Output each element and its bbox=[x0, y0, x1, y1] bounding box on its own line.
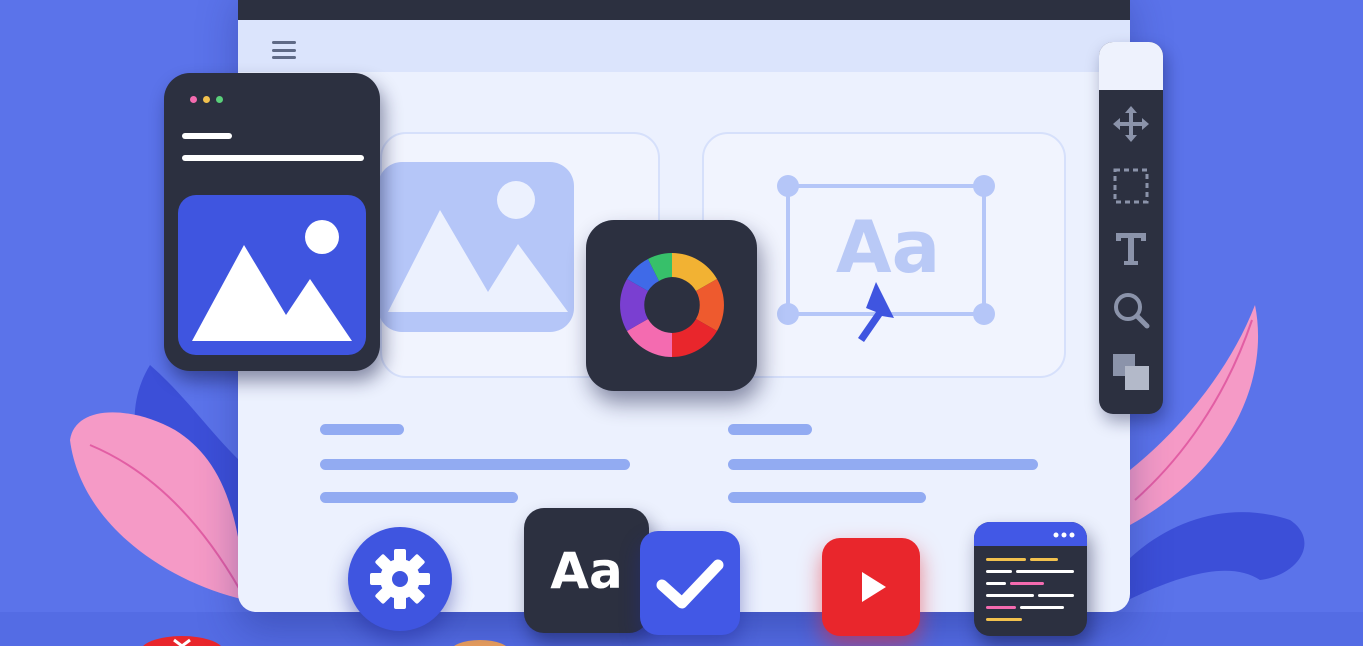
more-dots-icon bbox=[1053, 532, 1075, 538]
zoom-icon[interactable] bbox=[1111, 290, 1151, 330]
code-line bbox=[986, 618, 1022, 621]
text-line-long-right bbox=[728, 459, 1038, 470]
tool-panel bbox=[1099, 42, 1163, 414]
code-editor-window[interactable] bbox=[974, 522, 1087, 636]
text-line-short-right bbox=[728, 424, 812, 435]
hamburger-menu-icon[interactable] bbox=[272, 41, 296, 59]
window-subtitle-line bbox=[182, 155, 364, 161]
settings-button[interactable] bbox=[348, 527, 452, 631]
checkmark-icon bbox=[656, 559, 724, 609]
font-tile[interactable]: Aa bbox=[524, 508, 649, 633]
move-icon[interactable] bbox=[1111, 104, 1151, 144]
code-line bbox=[1030, 558, 1058, 561]
text-line-short-left bbox=[320, 424, 404, 435]
text-line-mid-right bbox=[728, 492, 926, 503]
layers-icon[interactable] bbox=[1111, 352, 1151, 392]
window-dot-yellow bbox=[203, 96, 210, 103]
window-dot-pink bbox=[190, 96, 197, 103]
code-line bbox=[986, 606, 1016, 609]
color-wheel-icon bbox=[620, 253, 724, 357]
text-line-mid-left bbox=[320, 492, 518, 503]
image-thumbnail bbox=[178, 195, 366, 355]
play-icon bbox=[862, 572, 886, 602]
gear-icon bbox=[370, 549, 430, 609]
code-line bbox=[986, 570, 1012, 573]
code-line bbox=[1020, 606, 1064, 609]
code-line bbox=[1038, 594, 1074, 597]
browser-navbar bbox=[238, 20, 1130, 72]
text-tool-icon[interactable] bbox=[1111, 228, 1151, 268]
image-placeholder-icon bbox=[378, 162, 574, 332]
right-blue-leaf bbox=[1128, 512, 1305, 600]
checkmark-tile[interactable] bbox=[640, 531, 740, 635]
code-line bbox=[986, 558, 1026, 561]
cursor-arrow-icon bbox=[858, 282, 894, 342]
tool-panel-header bbox=[1099, 42, 1163, 90]
code-line bbox=[986, 582, 1006, 585]
code-window-header bbox=[974, 522, 1087, 546]
text-line-long-left bbox=[320, 459, 630, 470]
image-gallery-window[interactable] bbox=[164, 73, 380, 371]
mountain-image-icon bbox=[192, 220, 352, 341]
color-picker-tile[interactable] bbox=[586, 220, 757, 391]
code-line bbox=[1016, 570, 1074, 573]
code-line bbox=[986, 594, 1034, 597]
video-play-tile[interactable] bbox=[822, 538, 920, 636]
marquee-select-icon[interactable] bbox=[1111, 166, 1151, 206]
window-dot-green bbox=[216, 96, 223, 103]
code-line bbox=[1010, 582, 1044, 585]
browser-titlebar bbox=[238, 0, 1130, 20]
window-title-line bbox=[182, 133, 232, 139]
design-tools-illustration: Aa Aa bbox=[0, 0, 1363, 646]
font-icon: Aa bbox=[550, 541, 623, 600]
